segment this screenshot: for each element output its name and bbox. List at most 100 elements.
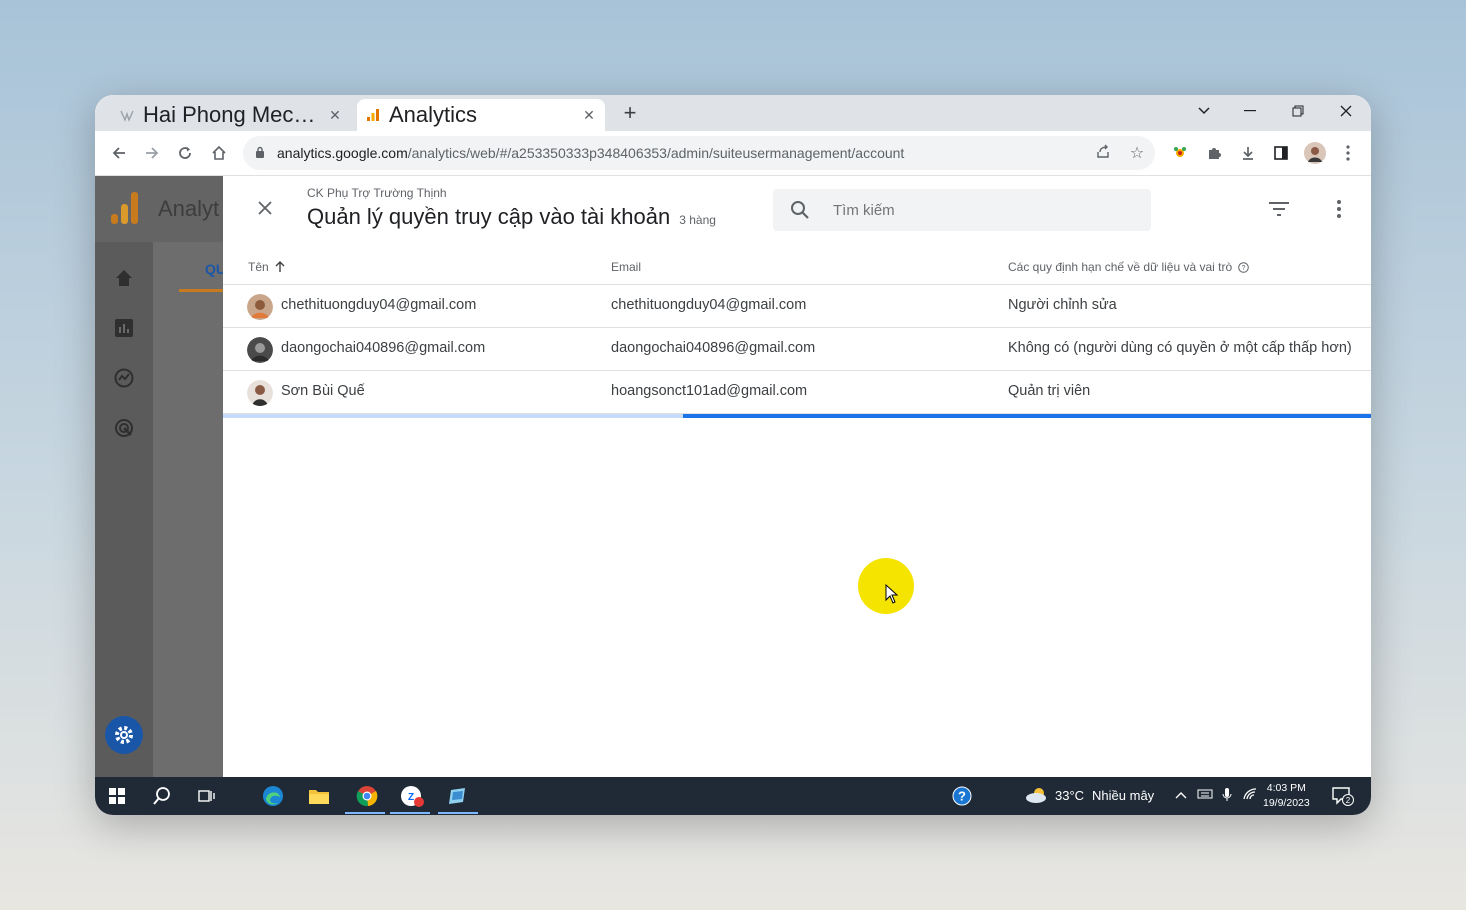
explore-icon[interactable] bbox=[112, 366, 136, 390]
user-email: hoangsonct101ad@gmail.com bbox=[611, 383, 808, 399]
title-row: Quản lý quyền truy cập vào tài khoản 3 h… bbox=[307, 204, 716, 230]
reload-icon[interactable] bbox=[173, 141, 197, 165]
brand-name: Analyt bbox=[158, 196, 220, 221]
tab-close-icon[interactable]: ✕ bbox=[325, 107, 345, 124]
system-clock[interactable]: 4:03 PM 19/9/2023 bbox=[1263, 781, 1310, 811]
column-header-role[interactable]: Các quy định hạn chế về dữ liệu và vai t… bbox=[1008, 260, 1249, 274]
notification-count: 2 bbox=[1346, 796, 1351, 805]
loading-progress-bar bbox=[223, 414, 1371, 418]
filter-icon[interactable] bbox=[1267, 197, 1291, 221]
weather-widget[interactable]: 33°C Nhiều mây bbox=[1025, 786, 1154, 804]
avatar bbox=[247, 380, 273, 406]
tab-close-icon[interactable]: ✕ bbox=[579, 107, 599, 124]
cloud-icon bbox=[1026, 788, 1046, 803]
analytics-app: Analyt QU CK Phụ Trợ Trường Thịnh Quản l… bbox=[95, 176, 1371, 777]
access-management-panel: CK Phụ Trợ Trường Thịnh Quản lý quyền tr… bbox=[223, 176, 1371, 777]
tab-analytics[interactable]: Analytics ✕ bbox=[357, 99, 605, 131]
search-icon[interactable] bbox=[148, 783, 176, 809]
wifi-icon[interactable] bbox=[1243, 788, 1257, 803]
forward-arrow-icon[interactable] bbox=[140, 141, 164, 165]
tab-title: Hai Phong Mechanic, Hai Phong M bbox=[143, 102, 325, 127]
zalo-icon[interactable]: Z bbox=[398, 783, 426, 809]
column-header-name[interactable]: Tên bbox=[248, 260, 285, 274]
app-icon[interactable] bbox=[444, 783, 472, 809]
row-count: 3 hàng bbox=[679, 213, 716, 227]
svg-text:?: ? bbox=[958, 789, 966, 804]
user-role: Người chỉnh sửa bbox=[1008, 297, 1117, 313]
tab-strip: Hai Phong Mechanic, Hai Phong M ✕ Analyt… bbox=[95, 95, 1371, 131]
reports-icon[interactable] bbox=[112, 316, 136, 340]
extension-flower-icon[interactable] bbox=[1168, 141, 1192, 165]
windows-taskbar: Z ? 33°C Nhiều mây 4:03 PM 19/9/2023 2 bbox=[95, 777, 1371, 815]
sort-arrow-up-icon bbox=[275, 261, 285, 272]
minimize-button[interactable] bbox=[1227, 95, 1273, 127]
chevron-up-icon[interactable] bbox=[1175, 788, 1187, 802]
microphone-icon[interactable] bbox=[1222, 788, 1232, 805]
help-icon[interactable]: ? bbox=[1238, 261, 1249, 273]
help-circle-icon[interactable]: ? bbox=[948, 783, 976, 809]
user-name: chethituongduy04@gmail.com bbox=[281, 297, 477, 313]
avatar bbox=[247, 294, 273, 320]
notification-center-icon[interactable]: 2 bbox=[1329, 783, 1357, 809]
start-windows-icon[interactable] bbox=[103, 783, 131, 809]
table-row[interactable]: daongochai040896@gmail.com daongochai040… bbox=[223, 328, 1371, 371]
user-name: daongochai040896@gmail.com bbox=[281, 340, 486, 356]
new-tab-button[interactable]: + bbox=[617, 101, 643, 127]
close-panel-icon[interactable] bbox=[253, 196, 277, 220]
admin-gear-icon[interactable] bbox=[105, 716, 143, 754]
user-email: daongochai040896@gmail.com bbox=[611, 340, 816, 356]
edge-icon[interactable] bbox=[259, 783, 287, 809]
site-favicon-icon bbox=[119, 107, 135, 123]
tab-search-chevron-icon[interactable] bbox=[1181, 95, 1227, 127]
restore-button[interactable] bbox=[1275, 95, 1321, 127]
table-row[interactable]: Sơn Bùi Quế hoangsonct101ad@gmail.com Qu… bbox=[223, 371, 1371, 414]
advertising-icon[interactable] bbox=[112, 416, 136, 440]
svg-text:Z: Z bbox=[408, 792, 414, 803]
page-title: Quản lý quyền truy cập vào tài khoản bbox=[307, 204, 671, 229]
account-name: CK Phụ Trợ Trường Thịnh bbox=[307, 186, 447, 200]
home-icon[interactable] bbox=[207, 141, 231, 165]
tab-title: Analytics bbox=[389, 102, 478, 127]
more-options-icon[interactable] bbox=[1327, 197, 1351, 221]
clock-time: 4:03 PM bbox=[1266, 782, 1306, 794]
table-row[interactable]: chethituongduy04@gmail.com chethituongdu… bbox=[223, 285, 1371, 328]
browser-toolbar: analytics.google.com/analytics/web/#/a25… bbox=[95, 131, 1371, 176]
search-box[interactable] bbox=[773, 189, 1151, 231]
chrome-icon[interactable] bbox=[353, 783, 381, 809]
column-label: Email bbox=[611, 260, 642, 274]
search-icon bbox=[790, 200, 814, 220]
background-tab-indicator bbox=[179, 289, 223, 292]
user-name: Sơn Bùi Quế bbox=[281, 383, 365, 399]
home-icon[interactable] bbox=[112, 266, 136, 290]
close-window-button[interactable] bbox=[1323, 95, 1369, 127]
browser-window: Hai Phong Mechanic, Hai Phong M ✕ Analyt… bbox=[95, 95, 1371, 815]
user-role: Không có (người dùng có quyền ở một cấp … bbox=[1008, 340, 1352, 356]
mouse-pointer-icon bbox=[885, 584, 899, 604]
back-arrow-icon[interactable] bbox=[107, 141, 131, 165]
user-email: chethituongduy04@gmail.com bbox=[611, 297, 807, 313]
user-role: Quản trị viên bbox=[1008, 383, 1091, 399]
url-host: analytics.google.com bbox=[277, 145, 408, 161]
lock-icon[interactable] bbox=[255, 146, 269, 161]
clock-date: 19/9/2023 bbox=[1263, 797, 1310, 809]
bookmark-star-icon[interactable]: ☆ bbox=[1127, 143, 1147, 163]
browser-menu-icon[interactable] bbox=[1336, 141, 1360, 165]
tab-hai-phong[interactable]: Hai Phong Mechanic, Hai Phong M ✕ bbox=[111, 99, 351, 131]
chrome-active-indicator bbox=[345, 812, 385, 814]
task-view-icon[interactable] bbox=[193, 783, 221, 809]
progress-fill bbox=[683, 414, 1371, 418]
column-label: Tên bbox=[248, 260, 269, 274]
download-icon[interactable] bbox=[1236, 141, 1260, 165]
address-bar[interactable]: analytics.google.com/analytics/web/#/a25… bbox=[243, 136, 1155, 170]
share-icon[interactable] bbox=[1093, 143, 1113, 163]
extensions-puzzle-icon[interactable] bbox=[1202, 141, 1226, 165]
search-input[interactable] bbox=[831, 200, 1135, 220]
avatar bbox=[247, 337, 273, 363]
profile-avatar[interactable] bbox=[1303, 141, 1327, 165]
left-nav bbox=[95, 176, 153, 777]
column-header-email[interactable]: Email bbox=[611, 260, 641, 274]
file-explorer-icon[interactable] bbox=[305, 783, 333, 809]
keyboard-language-icon[interactable] bbox=[1197, 788, 1213, 803]
side-panel-icon[interactable] bbox=[1269, 141, 1293, 165]
url-path: /analytics/web/#/a253350333p348406353/ad… bbox=[407, 145, 905, 161]
